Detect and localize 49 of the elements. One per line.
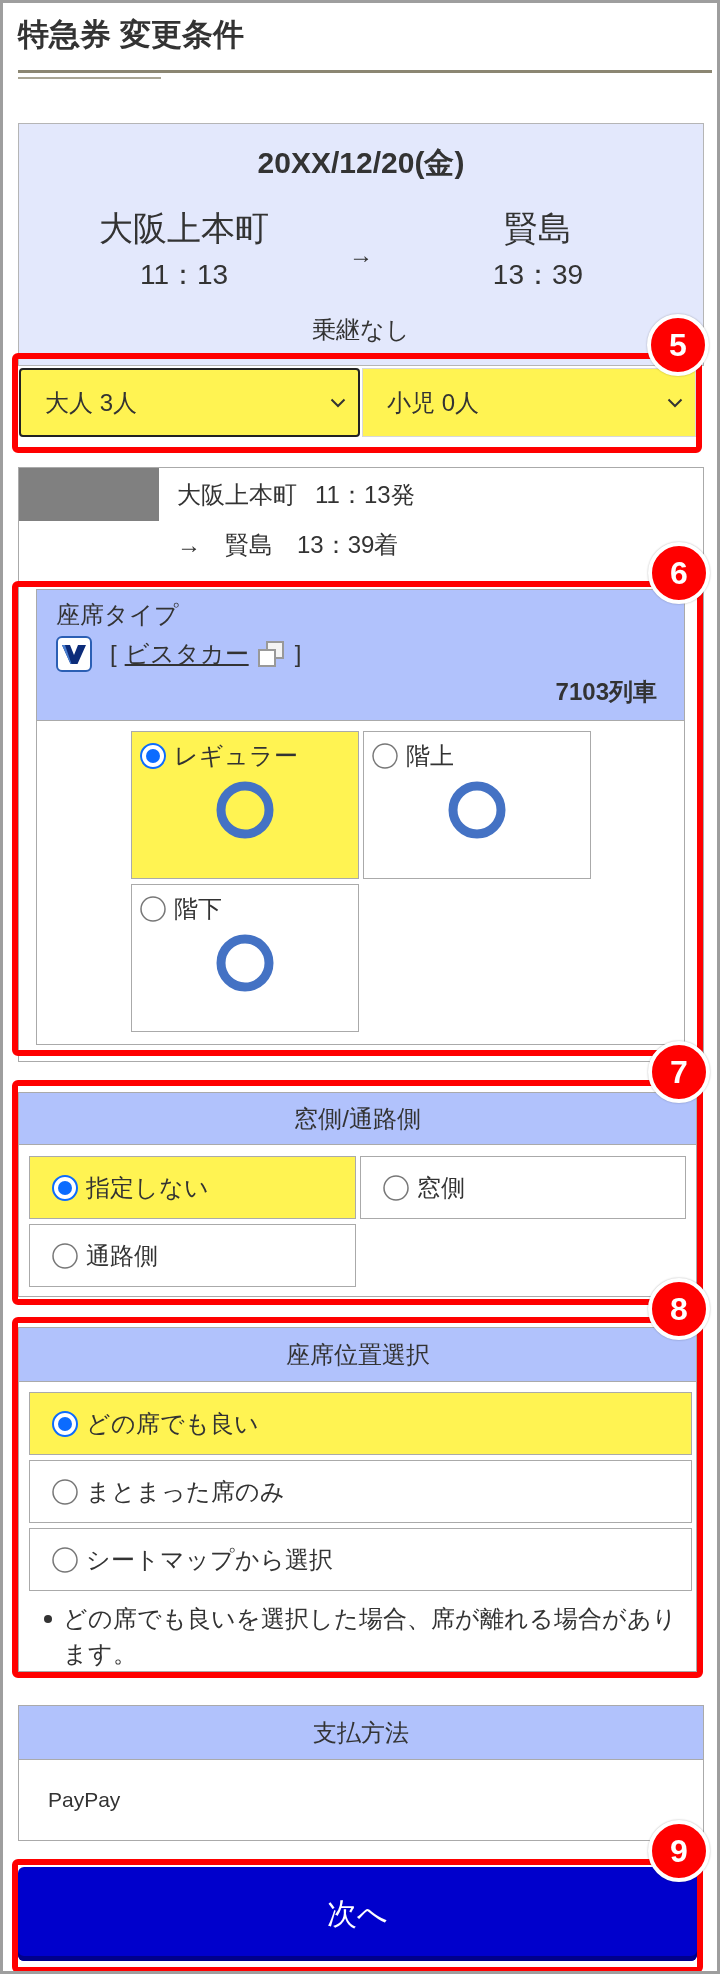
seat-position-option[interactable]: どの席でも良い <box>29 1392 692 1455</box>
departure-time: 11：13 <box>139 259 229 291</box>
arrival-time: 13：39着 <box>297 530 399 560</box>
departure-station: 大阪上本町 <box>99 208 269 248</box>
next-button[interactable]: 次へ <box>18 1867 697 1961</box>
seat-type-option[interactable]: レギュラー <box>130 731 359 879</box>
radio-icon <box>52 1410 78 1437</box>
close-bracket: ] <box>294 640 302 668</box>
new-window-icon <box>256 640 285 668</box>
window-aisle-option[interactable]: 通路側 <box>29 1224 356 1287</box>
passenger-count-select[interactable]: 小児 0人 <box>362 368 696 437</box>
radio-icon <box>52 1242 78 1269</box>
route-arrow: → <box>177 530 201 560</box>
departure-time: 11：13発 <box>315 479 415 510</box>
chevron-down-icon <box>330 397 346 408</box>
transfer-info: 乗継なし <box>312 315 410 345</box>
window-aisle-option[interactable]: 指定しない <box>29 1156 356 1219</box>
arrival-time: 13：39 <box>492 259 584 291</box>
seat-type-option[interactable]: 階下 <box>130 884 359 1032</box>
open-bracket: [ <box>110 640 117 668</box>
radio-icon <box>52 1478 78 1505</box>
radio-icon <box>52 1546 78 1573</box>
train-number: 7103列車 <box>554 678 657 706</box>
chevron-down-icon <box>667 397 683 408</box>
v-logo-icon <box>56 636 92 672</box>
radio-icon <box>371 743 398 769</box>
section-title: 座席位置選択 <box>19 1328 696 1382</box>
departure-station: 大阪上本町 <box>177 479 297 510</box>
seat-type-option[interactable]: 階上 <box>362 731 591 879</box>
arrival-station: 賢島 <box>504 208 572 248</box>
radio-icon <box>139 896 166 922</box>
page-title: 特急券 変更条件 <box>18 16 245 54</box>
section-title: 支払方法 <box>19 1706 703 1760</box>
seat-position-option[interactable]: まとまった席のみ <box>29 1460 692 1523</box>
arrival-station: 賢島 <box>225 530 273 560</box>
section-title: 窓側/通路側 <box>19 1093 696 1145</box>
seat-position-option[interactable]: シートマップから選択 <box>29 1528 692 1591</box>
bullet-icon <box>44 1615 52 1623</box>
section-label: 座席タイプ <box>56 601 180 629</box>
radio-icon <box>139 743 166 769</box>
radio-icon <box>382 1174 409 1201</box>
radio-icon <box>52 1174 78 1201</box>
route-arrow: → <box>349 239 373 270</box>
car-type-link[interactable]: ビスタカー <box>124 638 249 670</box>
payment-method: PayPay <box>47 1787 122 1813</box>
passenger-count-select[interactable]: 大人 3人 <box>19 368 360 437</box>
window-aisle-option[interactable]: 窓側 <box>359 1156 686 1219</box>
travel-date: 20XX/12/20(金) <box>257 145 465 181</box>
note-text: どの席でも良いを選択した場合、席が離れる場合があります。 <box>63 1604 678 1669</box>
